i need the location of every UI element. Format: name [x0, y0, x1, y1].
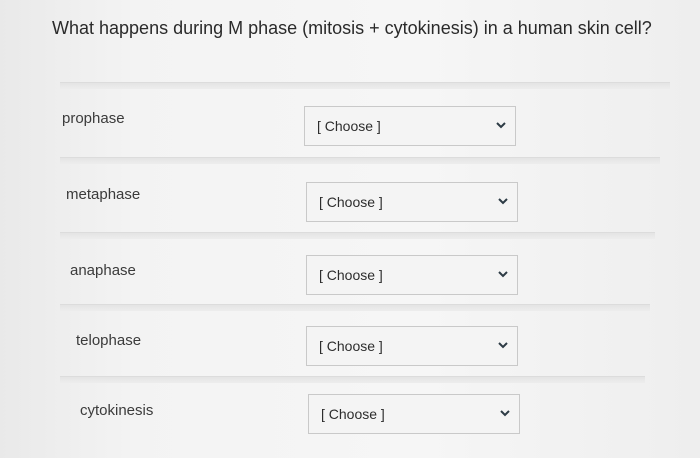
row-label-telophase: telophase — [76, 332, 142, 349]
chevron-down-icon — [500, 410, 510, 417]
chevron-down-icon — [496, 122, 506, 129]
select-value: [ Choose ] — [319, 267, 383, 283]
divider — [60, 304, 650, 311]
row-label-prophase: prophase — [62, 110, 125, 127]
question-card: What happens during M phase (mitosis + c… — [0, 0, 700, 458]
chevron-down-icon — [498, 342, 508, 349]
divider — [60, 232, 655, 239]
select-value: [ Choose ] — [321, 406, 385, 422]
row-label-metaphase: metaphase — [66, 186, 141, 203]
row-label-anaphase: anaphase — [70, 262, 136, 279]
row-label-cytokinesis: cytokinesis — [80, 402, 154, 419]
chevron-down-icon — [498, 271, 508, 278]
chevron-down-icon — [498, 198, 508, 205]
divider — [60, 376, 645, 383]
divider — [60, 82, 670, 89]
select-value: [ Choose ] — [317, 118, 381, 134]
select-anaphase[interactable]: [ Choose ] — [306, 255, 518, 295]
select-metaphase[interactable]: [ Choose ] — [306, 182, 518, 222]
select-cytokinesis[interactable]: [ Choose ] — [308, 394, 520, 434]
divider — [60, 157, 660, 164]
question-text: What happens during M phase (mitosis + c… — [52, 18, 652, 38]
select-telophase[interactable]: [ Choose ] — [306, 326, 518, 366]
select-prophase[interactable]: [ Choose ] — [304, 106, 516, 146]
select-value: [ Choose ] — [319, 194, 383, 210]
select-value: [ Choose ] — [319, 338, 383, 354]
